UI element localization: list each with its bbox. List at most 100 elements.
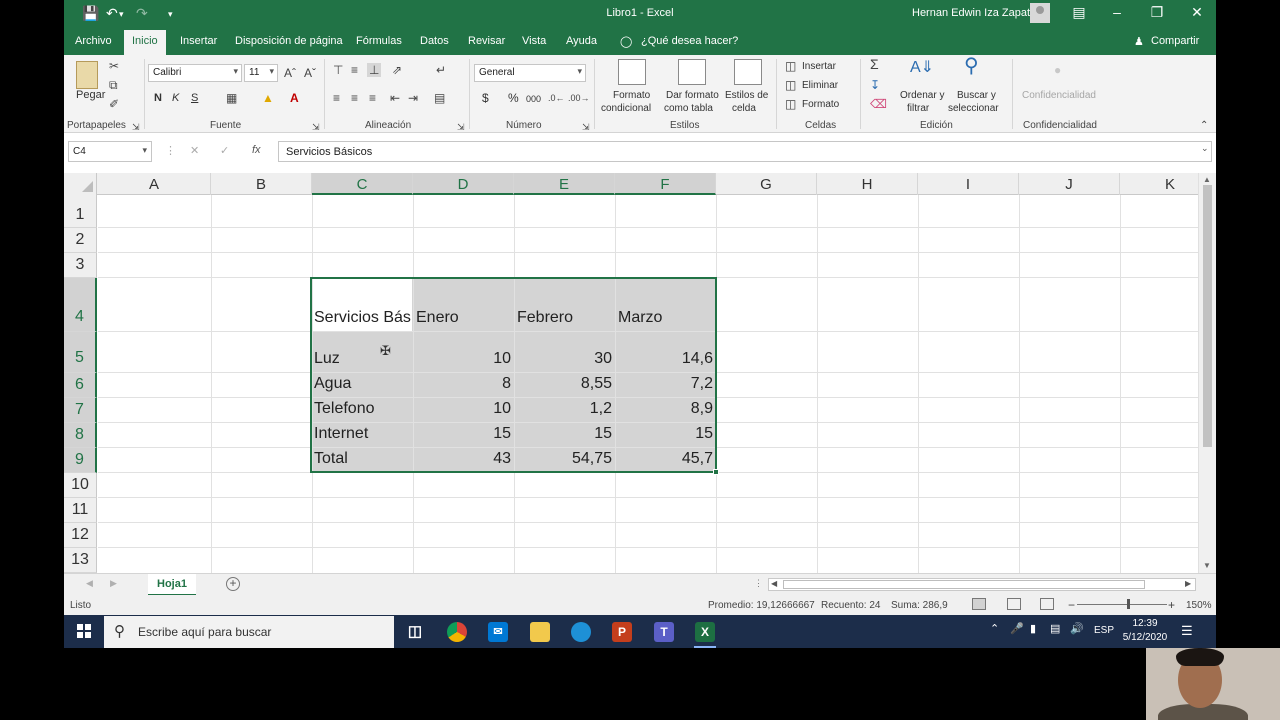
cut-icon[interactable]: ✂ [109, 59, 119, 73]
number-format-combo[interactable]: General [474, 64, 586, 82]
battery-icon[interactable]: ▮ [1030, 622, 1036, 635]
align-right-icon[interactable]: ≡ [369, 91, 376, 105]
dialog-launcher-icon[interactable]: ⇲ [132, 120, 140, 134]
powerpoint-icon[interactable]: P [612, 622, 632, 642]
teams-icon[interactable]: T [654, 622, 674, 642]
windows-start-icon[interactable] [77, 624, 91, 638]
tab-disposicion[interactable]: Disposición de página [235, 35, 343, 47]
percent-button[interactable]: % [508, 92, 519, 105]
insert-function-icon[interactable]: fx [252, 144, 261, 156]
align-bottom-icon[interactable]: ⊥ [367, 63, 382, 77]
cell-styles-label-1[interactable]: Estilos de [725, 89, 768, 102]
zoom-level[interactable]: 150% [1186, 600, 1212, 611]
volume-icon[interactable]: 🔊 [1070, 622, 1084, 635]
column-header[interactable]: E [514, 173, 615, 195]
find-select-icon[interactable]: ⚲ [964, 56, 979, 76]
dialog-launcher-icon[interactable]: ⇲ [457, 120, 465, 134]
worksheet-grid[interactable]: A B C D E F G H I J K 1 2 3 4 5 6 7 8 9 … [64, 173, 1216, 573]
dialog-launcher-icon[interactable]: ⇲ [312, 120, 320, 134]
decrease-indent-icon[interactable]: ⇤ [390, 91, 400, 105]
tab-vista[interactable]: Vista [522, 35, 546, 47]
underline-button[interactable]: S [191, 92, 198, 105]
conditional-format-label-2[interactable]: condicional [601, 102, 651, 115]
name-box[interactable]: C4 [68, 141, 152, 162]
increase-indent-icon[interactable]: ⇥ [408, 91, 418, 105]
font-color-icon[interactable]: A [290, 91, 299, 105]
conditional-format-label-1[interactable]: Formato [613, 89, 650, 102]
status-average[interactable]: Promedio: 19,12666667 [708, 600, 815, 611]
scroll-left-icon[interactable]: ◀ [771, 579, 777, 588]
paste-icon[interactable] [76, 61, 98, 89]
chrome-icon[interactable] [447, 622, 467, 642]
increase-font-icon[interactable]: Aˆ [284, 66, 296, 80]
row-header[interactable]: 11 [64, 498, 97, 523]
task-view-icon[interactable]: ◫ [405, 622, 425, 642]
orientation-icon[interactable]: ⇗ [392, 63, 402, 77]
paste-button[interactable]: Pegar [76, 89, 105, 102]
increase-decimal-icon[interactable]: .0← [548, 91, 565, 105]
notifications-icon[interactable]: ☰ [1181, 623, 1193, 639]
row-header[interactable]: 2 [64, 228, 97, 253]
thousands-button[interactable]: 000 [526, 93, 541, 106]
add-sheet-icon[interactable]: + [226, 577, 240, 591]
tab-datos[interactable]: Datos [420, 35, 449, 47]
tray-chevron-icon[interactable]: ⌃ [990, 622, 999, 635]
italic-button[interactable]: K [172, 92, 179, 105]
zoom-slider[interactable] [1077, 604, 1167, 605]
row-header[interactable]: 8 [64, 423, 97, 448]
tell-me-search[interactable]: ¿Qué desea hacer? [641, 35, 738, 47]
scrollbar-thumb[interactable] [1203, 185, 1212, 447]
avatar[interactable] [1030, 3, 1050, 23]
cancel-entry-icon[interactable]: ✕ [190, 144, 199, 157]
status-sum[interactable]: Suma: 286,9 [891, 600, 948, 611]
fill-handle[interactable] [713, 469, 719, 475]
edge-icon[interactable] [571, 622, 591, 642]
format-painter-icon[interactable]: ✐ [109, 97, 119, 111]
format-as-table-label-1[interactable]: Dar formato [666, 89, 719, 102]
dialog-launcher-icon[interactable]: ⇲ [582, 120, 590, 134]
scroll-right-icon[interactable]: ▶ [1185, 579, 1191, 588]
row-header[interactable]: 7 [64, 398, 97, 423]
tab-revisar[interactable]: Revisar [468, 35, 505, 47]
row-header[interactable]: 12 [64, 523, 97, 548]
minimize-icon[interactable]: – [1102, 4, 1132, 20]
align-left-icon[interactable]: ≡ [333, 91, 340, 105]
tab-inicio[interactable]: Inicio [124, 30, 166, 55]
network-icon[interactable]: ▤ [1050, 622, 1060, 635]
user-name[interactable]: Hernan Edwin Iza Zapata [912, 7, 1036, 19]
cell-styles-icon[interactable] [734, 59, 762, 85]
find-select-label-2[interactable]: seleccionar [948, 102, 999, 115]
column-header[interactable]: F [615, 173, 716, 195]
conditional-format-icon[interactable] [618, 59, 646, 85]
scroll-down-icon[interactable]: ▼ [1203, 561, 1211, 570]
prev-sheet-icon[interactable]: ◀ [86, 578, 93, 589]
column-header[interactable]: A [98, 173, 211, 195]
currency-button[interactable]: $ [482, 92, 489, 105]
share-button[interactable]: Compartir [1151, 35, 1199, 47]
vertical-scrollbar[interactable]: ▲ ▼ [1198, 173, 1216, 573]
font-size-combo[interactable]: 11 [244, 64, 278, 82]
normal-view-icon[interactable] [972, 598, 986, 610]
scroll-up-icon[interactable]: ▲ [1203, 175, 1211, 184]
borders-icon[interactable]: ▦ [226, 91, 237, 105]
format-cells-button[interactable]: Formato [802, 98, 839, 111]
clock[interactable]: 12:39 5/12/2020 [1120, 617, 1170, 645]
format-as-table-icon[interactable] [678, 59, 706, 85]
bold-button[interactable]: N [154, 92, 162, 105]
row-header[interactable]: 4 [64, 278, 97, 332]
insert-cells-button[interactable]: Insertar [802, 60, 836, 73]
select-all-button[interactable] [64, 173, 97, 195]
column-header[interactable]: J [1019, 173, 1120, 195]
decrease-font-icon[interactable]: Aˇ [304, 66, 316, 80]
taskbar-search[interactable]: ⚲ Escribe aquí para buscar [104, 616, 394, 648]
merge-center-icon[interactable]: ▤ [434, 91, 445, 105]
confirm-entry-icon[interactable]: ✓ [220, 144, 229, 157]
delete-cells-button[interactable]: Eliminar [802, 79, 838, 92]
zoom-out-icon[interactable]: − [1068, 598, 1075, 612]
copy-icon[interactable]: ⧉ [109, 78, 118, 92]
column-header[interactable]: D [413, 173, 514, 195]
align-top-icon[interactable]: ⊤ [333, 63, 343, 77]
more-options-icon[interactable]: ⋮ [165, 144, 176, 157]
column-header[interactable]: H [817, 173, 918, 195]
fill-icon[interactable]: ↧ [870, 78, 880, 92]
